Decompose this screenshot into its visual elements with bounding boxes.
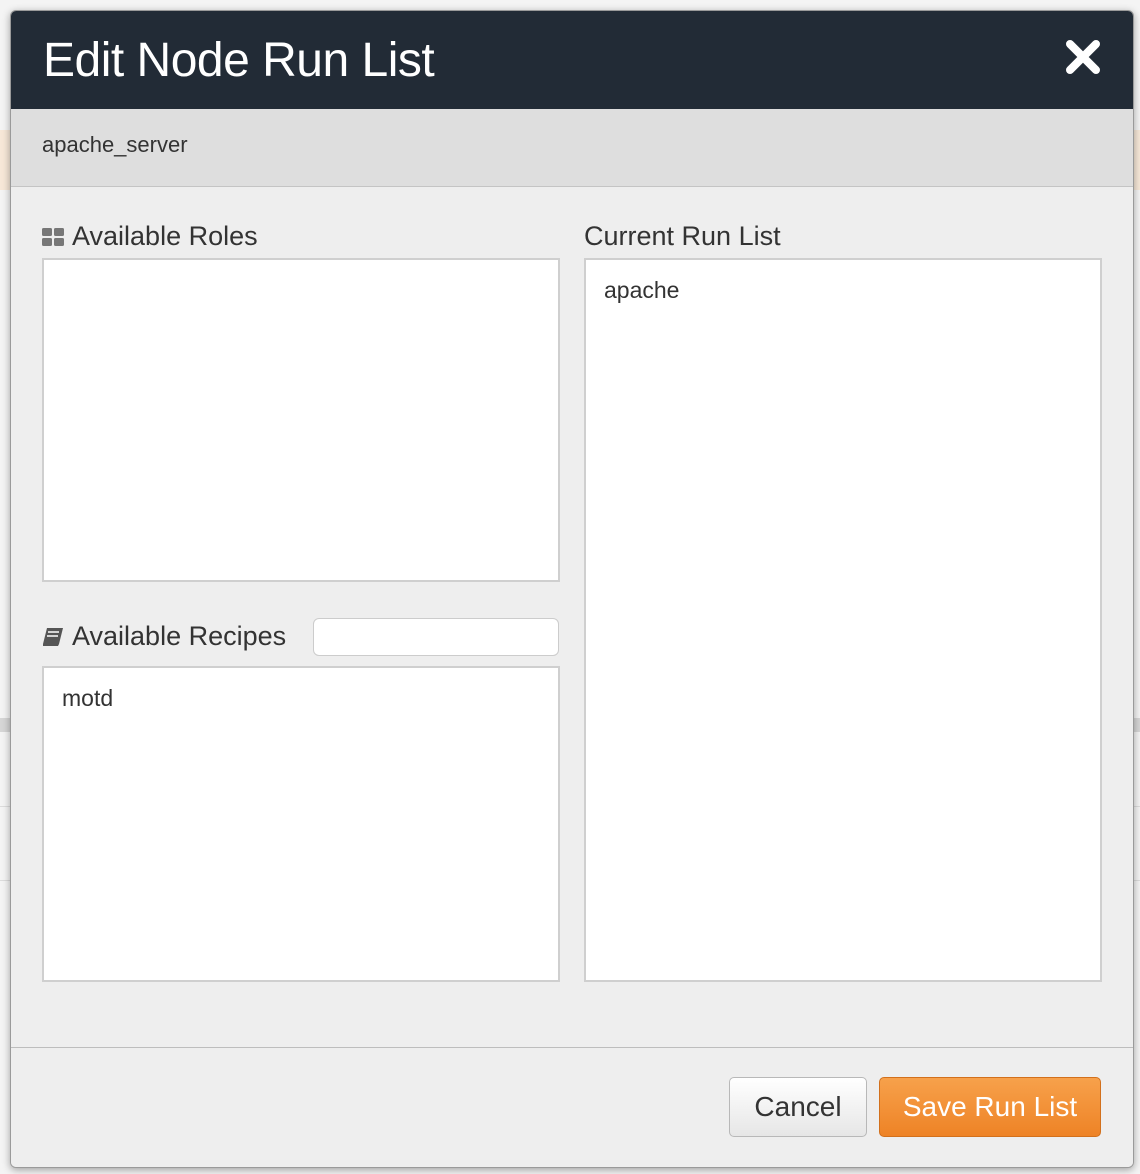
- modal-title: Edit Node Run List: [43, 34, 435, 87]
- available-roles-label: Available Roles: [72, 221, 258, 251]
- available-roles-heading: Available Roles: [42, 221, 258, 252]
- cancel-button[interactable]: Cancel: [729, 1077, 867, 1137]
- modal-footer: Cancel Save Run List: [11, 1047, 1133, 1167]
- available-roles-list[interactable]: [42, 258, 560, 582]
- edit-run-list-modal: Edit Node Run List apache_server Availab…: [10, 10, 1134, 1168]
- available-recipes-heading: Available Recipes: [42, 621, 286, 652]
- available-recipes-list[interactable]: motd: [42, 666, 560, 982]
- available-recipes-label: Available Recipes: [72, 621, 287, 651]
- current-run-list[interactable]: apache: [584, 258, 1102, 982]
- recipe-item-motd[interactable]: motd: [62, 685, 113, 712]
- book-icon: [42, 627, 64, 647]
- run-list-item-apache[interactable]: apache: [604, 277, 679, 304]
- node-name: apache_server: [42, 132, 188, 157]
- roles-grid-icon: [42, 227, 64, 246]
- close-icon[interactable]: [1063, 37, 1103, 77]
- recipe-filter-input[interactable]: [313, 618, 559, 656]
- save-run-list-button[interactable]: Save Run List: [879, 1077, 1101, 1137]
- node-name-bar: apache_server: [11, 109, 1133, 187]
- current-run-list-label: Current Run List: [584, 221, 781, 251]
- current-run-list-heading: Current Run List: [584, 221, 781, 252]
- modal-header: Edit Node Run List: [11, 11, 1133, 109]
